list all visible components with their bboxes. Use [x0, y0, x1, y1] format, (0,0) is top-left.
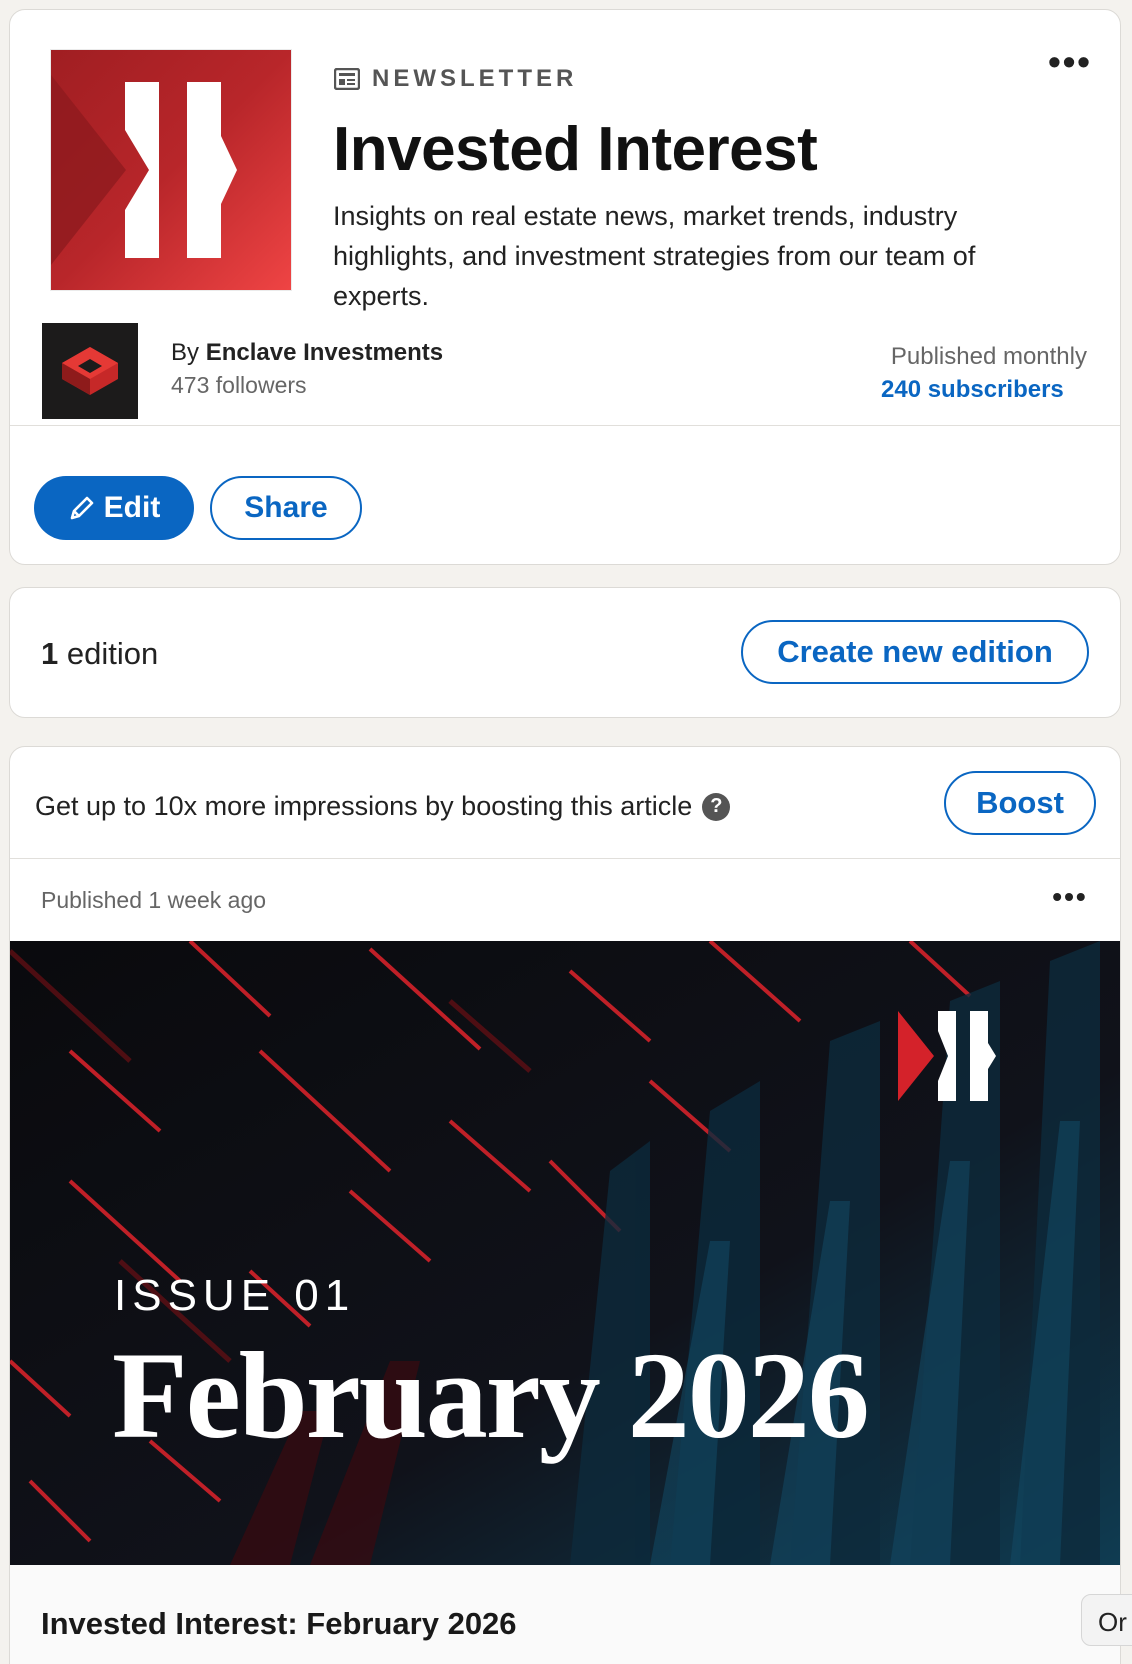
- edit-button-label: Edit: [103, 491, 161, 524]
- newsletter-type-text: NEWSLETTER: [372, 65, 578, 92]
- author-name-link[interactable]: Enclave Investments: [206, 339, 443, 366]
- publish-frequency: Published monthly: [890, 343, 1087, 370]
- article-cover-image[interactable]: ISSUE 01 February 2026: [10, 941, 1120, 1565]
- more-options-icon[interactable]: •••: [1042, 44, 1098, 82]
- divider: [10, 858, 1120, 859]
- share-button[interactable]: Share: [210, 476, 362, 540]
- newsletter-description: Insights on real estate news, market tre…: [333, 201, 976, 311]
- boost-button-label: Boost: [976, 785, 1064, 820]
- editions-count: 1 edition: [41, 636, 158, 672]
- author-avatar[interactable]: [42, 323, 138, 419]
- newsletter-card: NEWSLETTER Invested Interest Insights on…: [9, 9, 1121, 565]
- editions-count-number: 1: [41, 636, 59, 671]
- boost-button[interactable]: Boost: [944, 771, 1096, 835]
- floating-chip[interactable]: Or: [1081, 1594, 1132, 1646]
- article-title[interactable]: Invested Interest: February 2026: [41, 1606, 517, 1642]
- create-new-edition-button[interactable]: Create new edition: [741, 620, 1089, 684]
- author-byline: By Enclave Investments: [171, 339, 443, 367]
- share-button-label: Share: [244, 491, 328, 524]
- newsletter-title: Invested Interest: [333, 115, 818, 184]
- cover-issue-date: February 2026: [112, 1327, 870, 1464]
- subscribers-link[interactable]: 240 subscribers: [881, 376, 1064, 404]
- help-icon[interactable]: ?: [702, 792, 731, 821]
- editions-card: 1 edition Create new edition: [9, 587, 1121, 718]
- divider: [10, 425, 1120, 426]
- boost-prompt: Get up to 10x more impressions by boosti…: [35, 791, 731, 822]
- pencil-icon: [70, 496, 93, 520]
- author-followers: 473 followers: [171, 372, 307, 398]
- boost-prompt-text: Get up to 10x more impressions by boosti…: [35, 791, 693, 821]
- newsletter-icon: [334, 68, 360, 90]
- editions-count-label: edition: [66, 636, 159, 671]
- cover-issue-label: ISSUE 01: [114, 1271, 356, 1320]
- article-card: Get up to 10x more impressions by boosti…: [9, 746, 1121, 1664]
- published-time: Published 1 week ago: [41, 887, 267, 913]
- edit-button[interactable]: Edit: [34, 476, 194, 540]
- newsletter-type-label: NEWSLETTER: [334, 60, 577, 98]
- create-new-edition-label: Create new edition: [777, 634, 1053, 669]
- newsletter-logo: [51, 50, 291, 290]
- author-by-prefix: By: [171, 339, 200, 366]
- article-more-options-icon[interactable]: •••: [1042, 881, 1098, 912]
